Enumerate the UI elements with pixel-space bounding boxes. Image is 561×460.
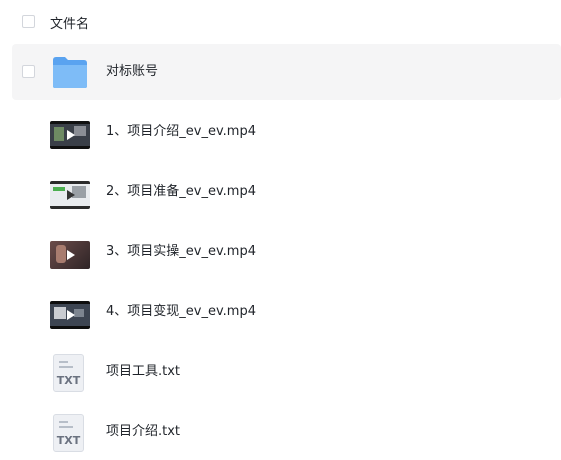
file-name[interactable]: 2、项目准备_ev_ev.mp4 (106, 164, 256, 220)
video-thumbnail-icon (50, 181, 90, 209)
video-thumbnail-icon (50, 121, 90, 149)
filename-column-header[interactable]: 文件名 (50, 13, 89, 32)
txt-file-icon: TXT (53, 354, 84, 392)
file-row-video[interactable]: 1、项目介绍_ev_ev.mp4 (12, 104, 561, 160)
row-checkbox[interactable] (22, 65, 35, 78)
file-name[interactable]: 1、项目介绍_ev_ev.mp4 (106, 104, 256, 160)
file-row-video[interactable]: 4、项目变现_ev_ev.mp4 (12, 284, 561, 340)
file-row-video[interactable]: 3、项目实操_ev_ev.mp4 (12, 224, 561, 280)
folder-icon (53, 57, 87, 88)
file-list-header: 文件名 (0, 0, 561, 44)
file-name[interactable]: 对标账号 (106, 44, 158, 100)
play-icon (67, 310, 75, 320)
file-row-txt[interactable]: TXT 项目工具.txt (12, 344, 561, 400)
txt-icon-label: TXT (56, 374, 81, 387)
file-row-txt[interactable]: TXT 项目介绍.txt (12, 404, 561, 460)
video-thumbnail-icon (50, 241, 90, 269)
file-name[interactable]: 3、项目实操_ev_ev.mp4 (106, 224, 256, 280)
file-name[interactable]: 项目介绍.txt (106, 404, 180, 460)
play-icon (67, 130, 75, 140)
play-icon (67, 190, 75, 200)
select-all-checkbox[interactable] (22, 15, 35, 28)
play-icon (67, 250, 75, 260)
file-name[interactable]: 4、项目变现_ev_ev.mp4 (106, 284, 256, 340)
txt-file-icon: TXT (53, 414, 84, 452)
file-name[interactable]: 项目工具.txt (106, 344, 180, 400)
file-row-video[interactable]: 2、项目准备_ev_ev.mp4 (12, 164, 561, 220)
txt-icon-label: TXT (56, 434, 81, 447)
file-row-folder[interactable]: 对标账号 (12, 44, 561, 100)
video-thumbnail-icon (50, 301, 90, 329)
